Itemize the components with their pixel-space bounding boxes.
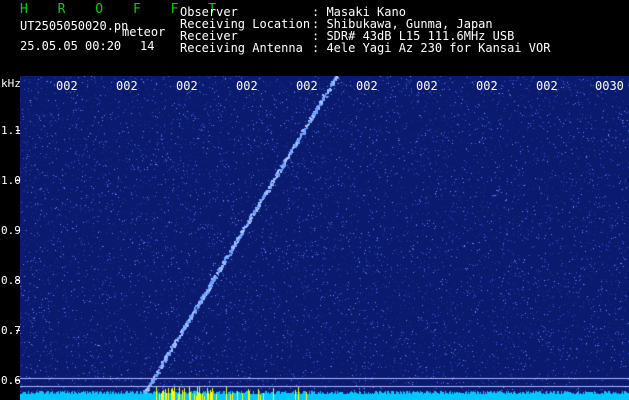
header-panel: H R O F F T UT2505050020.pn meteor 25.05… (0, 0, 629, 76)
antenna-label: Receiving Antenna (180, 41, 303, 55)
time-label: 002 (296, 79, 318, 93)
y-tick-mark (16, 330, 20, 331)
antenna-value: : 4ele Yagi Az 230 for Kansai VOR (312, 41, 551, 55)
time-label: 002 (536, 79, 558, 93)
file-name: UT2505050020.pn (20, 19, 129, 33)
time-label: 002 (416, 79, 438, 93)
y-tick-mark (16, 180, 20, 181)
image-index: 14 (140, 39, 155, 53)
time-label: 002 (356, 79, 378, 93)
time-label: 002 (116, 79, 138, 93)
y-tick-mark (16, 280, 20, 281)
time-label: 002 (176, 79, 198, 93)
y-tick-mark (16, 130, 20, 131)
date-time: 25.05.05 00:20 (20, 39, 122, 53)
file-suffix: meteor (122, 25, 166, 39)
y-unit-label: kHz (1, 77, 21, 90)
spectrogram-plot (20, 76, 629, 400)
time-label: 002 (56, 79, 78, 93)
time-label: 002 (236, 79, 258, 93)
time-label: 002 (476, 79, 498, 93)
y-tick-mark (16, 230, 20, 231)
y-tick-mark (16, 380, 20, 381)
time-label: 0030 (595, 79, 624, 93)
